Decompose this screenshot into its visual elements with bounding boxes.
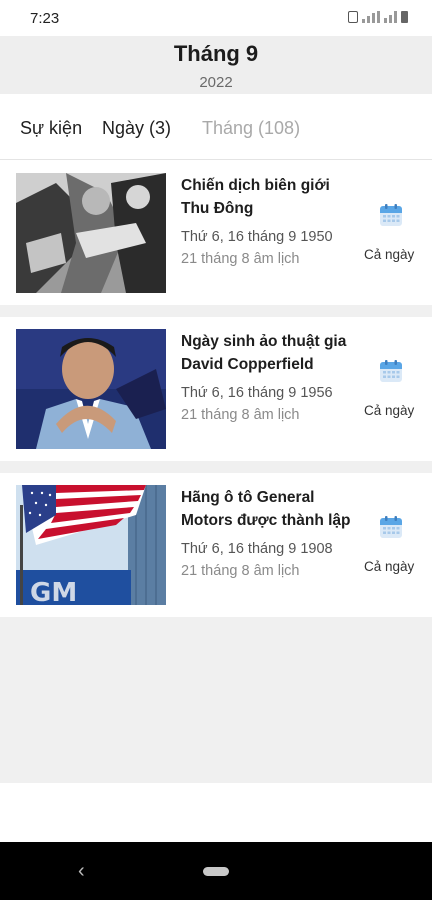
gm-logo-text: GM	[30, 578, 77, 605]
tab-bar: Sự kiện Ngày (3) Tháng (108)	[0, 94, 432, 160]
year-label: 2022	[199, 74, 233, 91]
all-day-label: Cả ngày	[364, 559, 415, 574]
event-list: Chiến dịch biên giới Thu Đông Thứ 6, 16 …	[0, 161, 432, 783]
signal-icon	[362, 11, 380, 23]
event-card[interactable]: GM Hãng ô tô General Motors được thành l…	[0, 473, 432, 617]
event-card[interactable]: Chiến dịch biên giới Thu Đông Thứ 6, 16 …	[0, 161, 432, 305]
home-pill-icon[interactable]	[203, 867, 229, 876]
back-icon[interactable]: ‹	[78, 860, 85, 883]
bottom-spacer	[0, 783, 432, 842]
event-title: Chiến dịch biên giới Thu Đông	[181, 177, 330, 217]
page-title: Tháng 9	[173, 41, 259, 66]
event-image-soldiers	[16, 173, 166, 293]
event-title: Hãng ô tô General Motors được thành lập	[181, 489, 351, 529]
tab-month[interactable]: Tháng (108)	[202, 118, 300, 139]
system-nav-bar: ‹	[0, 842, 432, 900]
all-day-label: Cả ngày	[364, 247, 415, 262]
status-icons	[348, 11, 408, 23]
calendar-icon	[380, 516, 402, 538]
tab-day[interactable]: Ngày (3)	[102, 118, 171, 139]
calendar-icon	[380, 204, 402, 226]
calendar-icon	[380, 360, 402, 382]
vibrate-icon	[348, 11, 358, 23]
event-lunar-date: 21 tháng 8 âm lịch	[181, 563, 300, 579]
event-lunar-date: 21 tháng 8 âm lịch	[181, 251, 300, 267]
month-header: Tháng 9 2022	[0, 36, 432, 94]
event-date: Thứ 6, 16 tháng 9 1950	[181, 229, 333, 245]
event-card[interactable]: Ngày sinh ảo thuật gia David Copperfield…	[0, 317, 432, 461]
portrait-photo	[16, 329, 166, 449]
event-image-gm: GM	[16, 485, 166, 605]
all-day-label: Cả ngày	[364, 403, 415, 418]
signal-icon-2	[384, 11, 397, 23]
soldiers-photo	[16, 173, 166, 293]
status-bar: 7:23	[0, 0, 432, 36]
event-date: Thứ 6, 16 tháng 9 1908	[181, 541, 333, 557]
status-time: 7:23	[30, 10, 60, 27]
gm-flag-photo: GM	[16, 485, 166, 605]
event-date: Thứ 6, 16 tháng 9 1956	[181, 385, 333, 401]
battery-icon	[401, 11, 408, 23]
tab-events[interactable]: Sự kiện	[20, 118, 82, 139]
event-title: Ngày sinh ảo thuật gia David Copperfield	[181, 333, 347, 373]
event-image-portrait	[16, 329, 166, 449]
event-lunar-date: 21 tháng 8 âm lịch	[181, 407, 300, 423]
